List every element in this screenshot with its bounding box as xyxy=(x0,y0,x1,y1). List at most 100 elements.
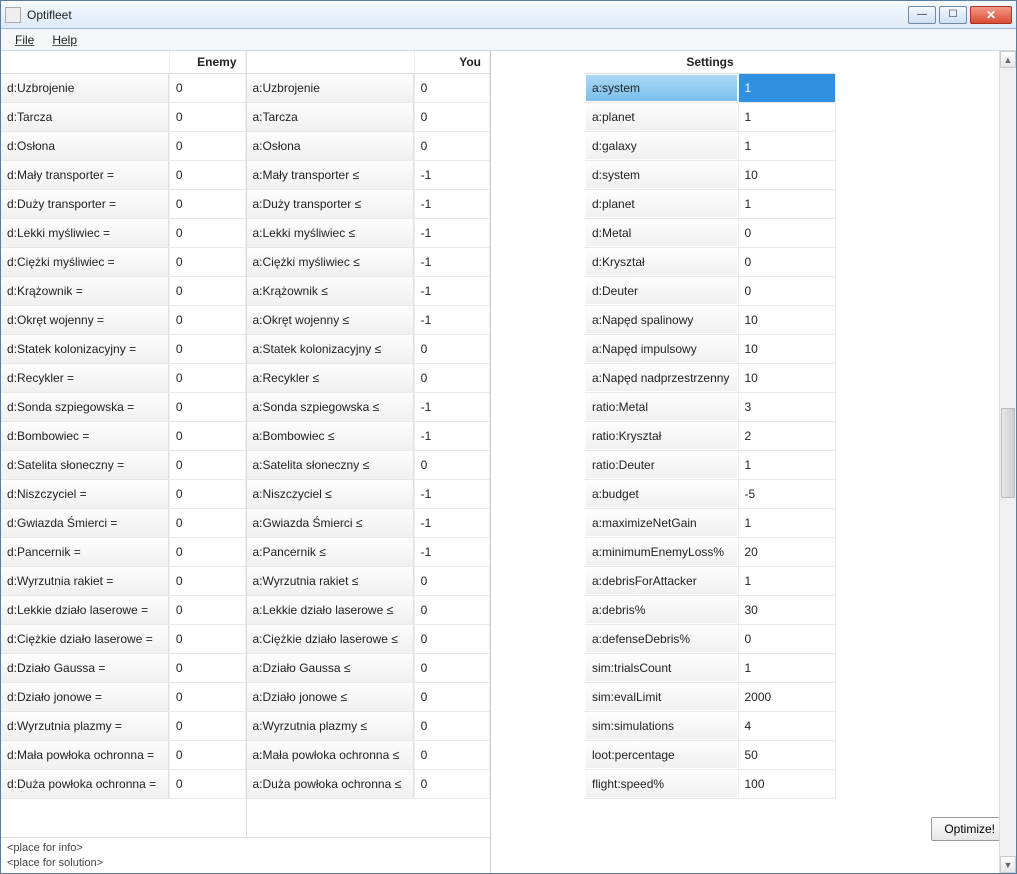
you-value[interactable]: 0 xyxy=(414,335,489,364)
enemy-label[interactable]: d:Krążownik = xyxy=(1,277,169,305)
you-label[interactable]: a:Niszczyciel ≤ xyxy=(247,480,414,508)
settings-label[interactable]: sim:simulations xyxy=(586,713,737,739)
enemy-value[interactable]: 0 xyxy=(169,509,245,538)
you-value[interactable]: 0 xyxy=(414,451,489,480)
close-button[interactable]: ✕ xyxy=(970,6,1012,24)
enemy-label[interactable]: d:Okręt wojenny = xyxy=(1,306,169,334)
title-bar[interactable]: Optifleet — ☐ ✕ xyxy=(1,1,1016,29)
settings-value[interactable]: 10 xyxy=(738,161,835,190)
enemy-value[interactable]: 0 xyxy=(169,103,245,132)
you-label[interactable]: a:Mała powłoka ochronna ≤ xyxy=(247,741,414,769)
enemy-value[interactable]: 0 xyxy=(169,683,245,712)
enemy-value[interactable]: 0 xyxy=(169,538,245,567)
you-value[interactable]: -1 xyxy=(414,277,489,306)
you-label[interactable]: a:Recykler ≤ xyxy=(247,364,414,392)
enemy-value[interactable]: 0 xyxy=(169,219,245,248)
enemy-label[interactable]: d:Sonda szpiegowska = xyxy=(1,393,169,421)
you-value[interactable]: -1 xyxy=(414,538,489,567)
you-value[interactable]: 0 xyxy=(414,741,489,770)
enemy-label[interactable]: d:Duża powłoka ochronna = xyxy=(1,770,169,798)
settings-value[interactable]: 0 xyxy=(738,625,835,654)
settings-value[interactable]: 1 xyxy=(738,451,835,480)
scroll-up-arrow-icon[interactable]: ▲ xyxy=(1000,51,1016,68)
enemy-header[interactable]: Enemy xyxy=(169,51,245,74)
enemy-value[interactable]: 0 xyxy=(169,335,245,364)
you-label[interactable]: a:Bombowiec ≤ xyxy=(247,422,414,450)
enemy-value[interactable]: 0 xyxy=(169,451,245,480)
you-value[interactable]: -1 xyxy=(414,306,489,335)
settings-label[interactable]: d:planet xyxy=(586,191,737,217)
enemy-value[interactable]: 0 xyxy=(169,74,245,103)
scroll-down-arrow-icon[interactable]: ▼ xyxy=(1000,856,1016,873)
you-value[interactable]: 0 xyxy=(414,567,489,596)
you-label[interactable]: a:Tarcza xyxy=(247,103,414,131)
enemy-label[interactable]: d:Bombowiec = xyxy=(1,422,169,450)
settings-label[interactable]: a:Napęd nadprzestrzenny xyxy=(586,365,737,391)
settings-value[interactable]: -5 xyxy=(738,480,835,509)
settings-label[interactable]: sim:trialsCount xyxy=(586,655,737,681)
settings-label[interactable]: ratio:Metal xyxy=(586,394,737,420)
you-value[interactable]: 0 xyxy=(414,654,489,683)
you-label[interactable]: a:Gwiazda Śmierci ≤ xyxy=(247,509,414,537)
you-value[interactable]: 0 xyxy=(414,596,489,625)
you-value[interactable]: -1 xyxy=(414,422,489,451)
settings-value[interactable]: 30 xyxy=(738,596,835,625)
settings-label[interactable]: ratio:Deuter xyxy=(586,452,737,478)
settings-value[interactable]: 1 xyxy=(738,74,835,103)
enemy-value[interactable]: 0 xyxy=(169,132,245,161)
settings-value[interactable]: 10 xyxy=(738,306,835,335)
you-value[interactable]: 0 xyxy=(414,132,489,161)
enemy-value[interactable]: 0 xyxy=(169,596,245,625)
you-label[interactable]: a:Pancernik ≤ xyxy=(247,538,414,566)
enemy-value[interactable]: 0 xyxy=(169,248,245,277)
enemy-label[interactable]: d:Uzbrojenie xyxy=(1,74,169,102)
enemy-label[interactable]: d:Tarcza xyxy=(1,103,169,131)
scroll-track[interactable] xyxy=(1000,68,1016,856)
enemy-value[interactable]: 0 xyxy=(169,161,245,190)
enemy-label[interactable]: d:Wyrzutnia rakiet = xyxy=(1,567,169,595)
settings-label[interactable]: ratio:Kryształ xyxy=(586,423,737,449)
you-label[interactable]: a:Duży transporter ≤ xyxy=(247,190,414,218)
enemy-label[interactable]: d:Działo jonowe = xyxy=(1,683,169,711)
enemy-label[interactable]: d:Wyrzutnia plazmy = xyxy=(1,712,169,740)
enemy-label[interactable]: d:Ciężki myśliwiec = xyxy=(1,248,169,276)
settings-value[interactable]: 1 xyxy=(738,509,835,538)
enemy-label[interactable]: d:Recykler = xyxy=(1,364,169,392)
you-label[interactable]: a:Lekki myśliwiec ≤ xyxy=(247,219,414,247)
minimize-button[interactable]: — xyxy=(908,6,936,24)
settings-label[interactable]: a:defenseDebris% xyxy=(586,626,737,652)
enemy-value[interactable]: 0 xyxy=(169,422,245,451)
enemy-value[interactable]: 0 xyxy=(169,306,245,335)
enemy-value[interactable]: 0 xyxy=(169,741,245,770)
you-label[interactable]: a:Działo jonowe ≤ xyxy=(247,683,414,711)
you-label[interactable]: a:Wyrzutnia rakiet ≤ xyxy=(247,567,414,595)
scroll-thumb[interactable] xyxy=(1001,408,1015,498)
menu-file[interactable]: File xyxy=(7,31,42,49)
you-label[interactable]: a:Krążownik ≤ xyxy=(247,277,414,305)
settings-value[interactable]: 1 xyxy=(738,132,835,161)
settings-header[interactable]: Settings xyxy=(585,51,835,74)
you-label[interactable]: a:Ciężkie działo laserowe ≤ xyxy=(247,625,414,653)
you-value[interactable]: -1 xyxy=(414,509,489,538)
enemy-label[interactable]: d:Mały transporter = xyxy=(1,161,169,189)
you-label[interactable]: a:Statek kolonizacyjny ≤ xyxy=(247,335,414,363)
settings-label[interactable]: d:galaxy xyxy=(586,133,737,159)
you-value[interactable]: 0 xyxy=(414,625,489,654)
enemy-value[interactable]: 0 xyxy=(169,277,245,306)
you-label[interactable]: a:Wyrzutnia plazmy ≤ xyxy=(247,712,414,740)
settings-value[interactable]: 0 xyxy=(738,248,835,277)
enemy-value[interactable]: 0 xyxy=(169,654,245,683)
enemy-label[interactable]: d:Ciężkie działo laserowe = xyxy=(1,625,169,653)
you-header-blank[interactable] xyxy=(247,51,415,74)
settings-value[interactable]: 3 xyxy=(738,393,835,422)
you-header[interactable]: You xyxy=(414,51,489,74)
enemy-value[interactable]: 0 xyxy=(169,190,245,219)
you-label[interactable]: a:Sonda szpiegowska ≤ xyxy=(247,393,414,421)
settings-label[interactable]: a:Napęd spalinowy xyxy=(586,307,737,333)
settings-label[interactable]: a:debris% xyxy=(586,597,737,623)
settings-value[interactable]: 50 xyxy=(738,741,835,770)
settings-label[interactable]: d:Deuter xyxy=(586,278,737,304)
settings-label[interactable]: d:Metal xyxy=(586,220,737,246)
you-label[interactable]: a:Mały transporter ≤ xyxy=(247,161,414,189)
menu-help[interactable]: Help xyxy=(44,31,85,49)
